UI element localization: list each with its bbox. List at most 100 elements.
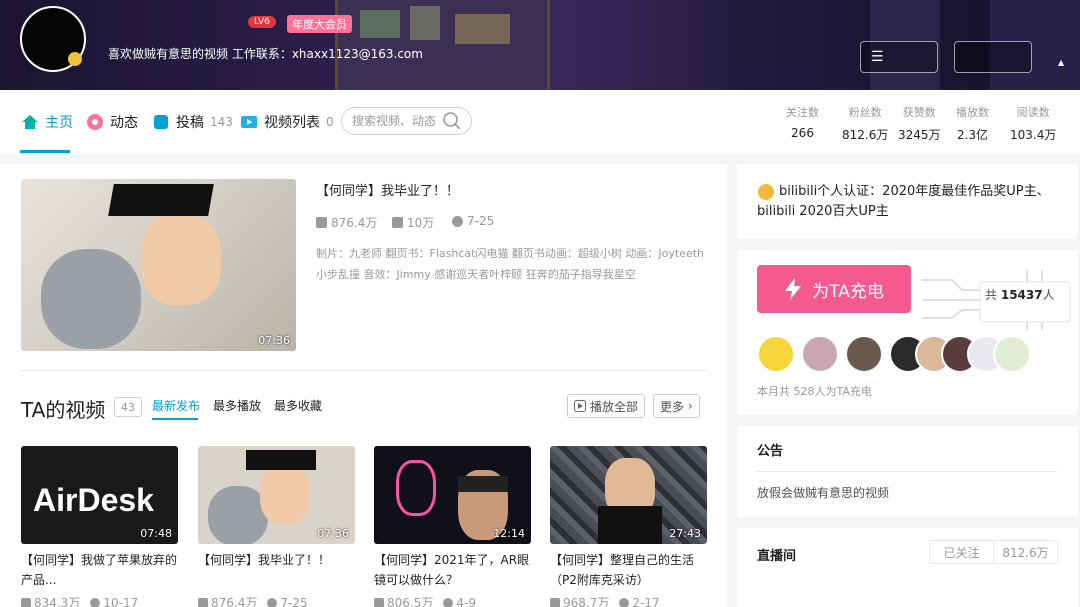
- charger-avatars: [757, 335, 1031, 373]
- video-plays-value: 806.5万: [387, 596, 434, 607]
- home-icon: [22, 115, 38, 129]
- video-title[interactable]: 【何同学】我做了苹果放弃的产品...: [21, 550, 178, 590]
- clock-icon: [619, 597, 630, 607]
- video-meta: 834.3万 10-17: [21, 594, 178, 607]
- charge-total: 共 15437人: [985, 286, 1055, 303]
- video-thumbnail[interactable]: 07:36: [198, 446, 355, 544]
- charge-month-text: 本月共 528人为TA充电: [757, 385, 872, 398]
- follow-button[interactable]: [954, 41, 1032, 73]
- stat-reads: 阅读数 103.4万: [1010, 104, 1056, 143]
- sort-most-played[interactable]: 最多播放: [213, 397, 261, 414]
- video-thumbnail[interactable]: 27:43: [550, 446, 707, 544]
- video-card[interactable]: 27:43 【何同学】整理自己的生活（P2附库克采访） 968.7万 2-17: [550, 446, 707, 607]
- video-title[interactable]: 【何同学】整理自己的生活（P2附库克采访）: [550, 550, 707, 590]
- videos-count: 43: [114, 397, 142, 417]
- stat-label: 获赞数: [902, 106, 936, 119]
- video-plays-value: 968.7万: [563, 596, 610, 607]
- stat-value: 103.4万: [1010, 128, 1057, 142]
- featured-description: 制片：九老师 翻页书：Flashcat闪电猫 翻页书动画：超级小树 动画：Joy…: [316, 247, 705, 281]
- play-icon: [574, 400, 586, 412]
- video-thumbnail[interactable]: 12:14: [374, 446, 531, 544]
- video-date: 4-9: [443, 596, 476, 607]
- video-title[interactable]: 【何同学】我毕业了！！: [198, 550, 355, 590]
- certification-text: bilibili个人认证：2020年度最佳作品奖UP主、bilibili 202…: [757, 184, 1050, 219]
- uploads-icon: [154, 115, 168, 129]
- clock-icon: [452, 215, 463, 227]
- tab-home[interactable]: 主页: [21, 110, 73, 134]
- tab-dynamic[interactable]: 动态: [86, 110, 138, 134]
- vip-badge[interactable]: 年度大会员: [287, 15, 352, 33]
- stat-label: 播放数: [956, 106, 989, 119]
- cat-image: [41, 249, 141, 349]
- clock-icon: [267, 597, 278, 607]
- video-card[interactable]: 12:14 【何同学】2021年了，AR眼镜可以做什么？ 806.5万 4-9: [374, 446, 531, 607]
- tab-video-list[interactable]: 视频列表 0: [240, 110, 334, 134]
- video-plays: 834.3万: [21, 594, 80, 607]
- notice-card: 公告 放假会做贼有意思的视频: [737, 426, 1078, 517]
- message-button[interactable]: ☰: [860, 41, 938, 73]
- charge-card: 为TA充电 共 15437人 本月共 528人为TA充电: [737, 250, 1078, 415]
- stat-following[interactable]: 关注数 266: [786, 104, 819, 140]
- live-title: 直播间: [757, 549, 797, 564]
- video-card[interactable]: 07:36 【何同学】我毕业了！！ 876.4万 7-25: [198, 446, 355, 607]
- profile-banner: LV6 年度大会员 喜欢做贼有意思的视频 工作联系：xhaxx1123@163.…: [0, 0, 1080, 90]
- featured-video-thumbnail[interactable]: 07:36: [21, 179, 296, 351]
- level-badge: LV6: [248, 16, 276, 28]
- video-date-value: 10-17: [103, 595, 139, 607]
- video-date-value: 2-17: [632, 595, 660, 607]
- play-all-button[interactable]: 播放全部: [567, 394, 646, 418]
- stat-label: 粉丝数: [848, 106, 882, 119]
- charge-total-suffix: 人: [1042, 288, 1055, 302]
- stat-value: 812.6万: [842, 128, 889, 142]
- avatar-badge-icon: [68, 52, 82, 66]
- banner-art: [360, 10, 400, 38]
- signature: 喜欢做贼有意思的视频 工作联系：xhaxx1123@163.com: [108, 47, 423, 61]
- video-meta: 876.4万 7-25: [198, 594, 355, 607]
- video-meta: 968.7万 2-17: [550, 594, 707, 607]
- tab-video-list-count: 0: [326, 115, 334, 129]
- stat-label: 阅读数: [1016, 106, 1050, 119]
- play-count-icon: [316, 217, 327, 228]
- search-box[interactable]: [341, 107, 472, 135]
- stat-value: 266: [791, 126, 814, 140]
- video-title[interactable]: 【何同学】2021年了，AR眼镜可以做什么？: [374, 550, 531, 590]
- video-list-icon: [241, 116, 257, 128]
- dynamic-icon: [87, 114, 103, 130]
- featured-date: 7-25: [452, 214, 494, 228]
- tab-uploads[interactable]: 投稿 143: [152, 110, 233, 134]
- charge-button[interactable]: 为TA充电: [757, 265, 911, 313]
- video-date-value: 4-9: [456, 595, 476, 607]
- avatar[interactable]: [20, 6, 86, 72]
- charger-avatar[interactable]: [757, 335, 795, 373]
- featured-comments: 10万: [392, 214, 434, 231]
- sort-most-favorited[interactable]: 最多收藏: [274, 397, 322, 414]
- video-thumbnail[interactable]: AirDesk 07:48: [21, 446, 178, 544]
- stat-fans[interactable]: 粉丝数 812.6万: [842, 104, 888, 143]
- play-count-icon: [198, 597, 208, 607]
- more-button[interactable]: 更多 ›: [653, 394, 700, 418]
- active-tab-indicator: [20, 150, 70, 153]
- video-date: 10-17: [90, 596, 138, 607]
- video-duration: 07:36: [258, 334, 290, 347]
- sort-latest[interactable]: 最新发布: [152, 397, 200, 414]
- thumbnail-overlay-text: AirDesk: [33, 482, 154, 518]
- more-icon[interactable]: ▲: [1058, 58, 1064, 67]
- more-label: 更多: [660, 399, 685, 414]
- search-input[interactable]: [352, 114, 442, 128]
- video-plays: 968.7万: [550, 594, 609, 607]
- notice-divider: [757, 471, 1057, 472]
- stat-value: 2.3亿: [956, 128, 989, 142]
- video-card[interactable]: AirDesk 07:48 【何同学】我做了苹果放弃的产品... 834.3万 1…: [21, 446, 178, 607]
- live-follow-button[interactable]: 已关注 812.6万: [929, 540, 1058, 564]
- charger-avatar[interactable]: [845, 335, 883, 373]
- charger-avatar[interactable]: [801, 335, 839, 373]
- featured-video-title[interactable]: 【何同学】我毕业了！！: [316, 180, 459, 199]
- charger-avatar[interactable]: [993, 335, 1031, 373]
- chevron-right-icon: ›: [688, 399, 693, 413]
- video-duration: 07:48: [140, 527, 172, 540]
- tab-uploads-label: 投稿: [176, 115, 204, 131]
- search-icon[interactable]: [442, 111, 462, 131]
- tab-uploads-count: 143: [210, 115, 233, 129]
- person-image: [260, 464, 310, 524]
- tab-home-label: 主页: [45, 115, 73, 131]
